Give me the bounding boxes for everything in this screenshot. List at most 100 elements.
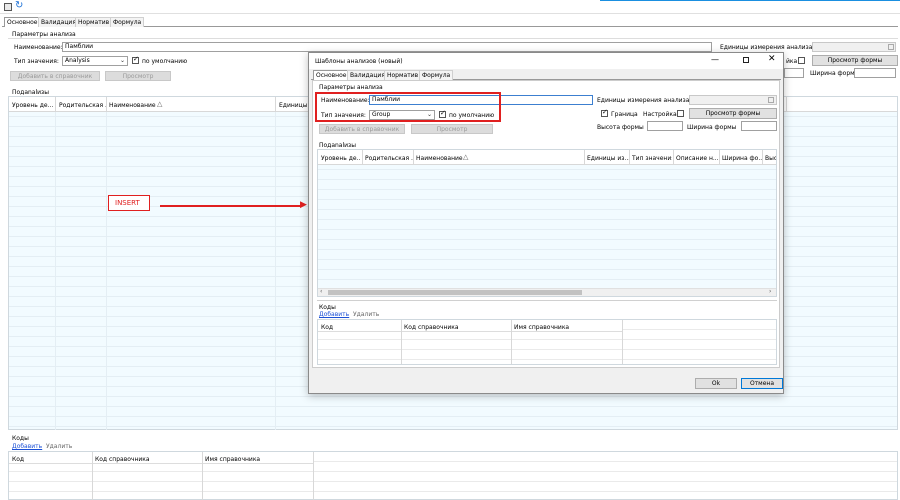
chevron-down-icon: ⌄: [119, 57, 125, 64]
dialog-col-level[interactable]: Уровень де...: [321, 155, 361, 162]
ok-button[interactable]: Ok: [695, 378, 737, 389]
dialog-tab-formula[interactable]: Формула: [419, 70, 454, 80]
dialog-titlebar[interactable]: Шаблоны анализов (новый) — ✕: [309, 53, 783, 69]
add-to-reference-button[interactable]: Добавить в справочник: [10, 71, 100, 81]
dialog-params-title: Параметры анализа: [319, 84, 383, 91]
type-select-value: Analysis: [65, 57, 90, 64]
refresh-icon[interactable]: ↻: [15, 0, 23, 12]
dialog-subanalyses-header: Уровень де... Родительская ... Наименова…: [318, 150, 776, 165]
dialog-units-label: Единицы измерения анализа:: [597, 97, 692, 104]
col-sep: [401, 320, 402, 364]
type-select[interactable]: Analysis ⌄: [62, 56, 128, 66]
column-header-name[interactable]: Наименование: [109, 102, 179, 109]
dialog-subanalyses-title: Подanalизы: [319, 142, 356, 149]
toolbar: ↻: [0, 0, 900, 14]
dialog-tab-main[interactable]: Основное: [313, 70, 350, 80]
preview-button[interactable]: Просмотр: [105, 71, 171, 81]
codes-delete-link[interactable]: Удалить: [46, 443, 72, 450]
dialog-form-height-label: Высота формы: [597, 124, 644, 131]
column-header-level[interactable]: Уровень де...: [12, 102, 54, 109]
dialog-col-form-height[interactable]: Выс: [765, 155, 776, 162]
col-sep: [413, 150, 414, 165]
codes-add-link[interactable]: Добавить: [12, 443, 42, 450]
tab-formula[interactable]: Формула: [110, 17, 145, 27]
dialog-codes-title: Коды: [319, 304, 336, 311]
form-width-input[interactable]: [854, 68, 896, 78]
col-sep: [202, 452, 203, 500]
minimize-icon[interactable]: —: [711, 55, 719, 64]
dialog-form-height-input[interactable]: [647, 121, 683, 131]
col-sep: [106, 97, 107, 112]
params-group-line: [8, 38, 898, 39]
tab-main[interactable]: Основное: [4, 17, 41, 27]
col-sep: [313, 452, 314, 500]
dialog-col-ref-name[interactable]: Имя справочника: [514, 324, 569, 331]
sort-asc-icon: △: [157, 100, 163, 108]
form-preview-button[interactable]: Просмотр формы: [812, 55, 898, 66]
tab-norm[interactable]: Норматив: [75, 17, 113, 27]
grid-col-line: [106, 112, 107, 430]
column-header-units[interactable]: Единицы из: [279, 102, 311, 109]
col-sep: [92, 452, 93, 500]
column-header-parent[interactable]: Родительская ...: [59, 102, 107, 109]
dialog-subanalyses-grid[interactable]: Уровень де... Родительская ... Наименова…: [317, 149, 777, 297]
dialog-units-input[interactable]: [689, 95, 777, 105]
maximize-icon[interactable]: [743, 57, 749, 63]
dialog-form-preview-button[interactable]: Просмотр формы: [689, 108, 777, 119]
dialog-tabs: Основное Валидация Норматив Формула: [311, 69, 781, 80]
arrow-right-icon: ▶: [300, 200, 307, 210]
save-icon[interactable]: [4, 3, 12, 11]
col-sep: [275, 97, 276, 112]
units-ellipsis-icon[interactable]: [888, 44, 894, 50]
close-icon[interactable]: ✕: [768, 54, 776, 64]
dialog-tab-norm[interactable]: Норматив: [384, 70, 422, 80]
partial-column-header: [786, 96, 806, 111]
dialog-col-units[interactable]: Единицы из...: [587, 155, 629, 162]
column-header-ref-name[interactable]: Имя справочника: [205, 456, 260, 463]
dialog-col-parent[interactable]: Родительская ...: [365, 155, 413, 162]
default-checkbox[interactable]: [132, 55, 139, 64]
dialog-h-scrollbar[interactable]: ‹ ›: [318, 288, 776, 296]
dialog-add-to-reference-button[interactable]: Добавить в справочник: [319, 124, 405, 134]
dialog-setting-label: Настройка: [643, 111, 677, 118]
dialog-codes-delete-link[interactable]: Удалить: [353, 311, 379, 318]
insert-annotation-label: INSERT: [115, 199, 140, 207]
dialog-col-code[interactable]: Код: [321, 324, 333, 331]
setting-checkbox[interactable]: [798, 57, 805, 64]
tab-validation[interactable]: Валидация: [38, 17, 79, 27]
dialog-codes-add-link[interactable]: Добавить: [319, 311, 349, 318]
name-input[interactable]: Памблии: [62, 42, 712, 52]
name-label: Наименование:: [14, 44, 63, 51]
dialog-border-checkbox[interactable]: [601, 108, 608, 117]
grid-col-line: [55, 112, 56, 430]
scroll-left-icon[interactable]: ‹: [320, 288, 322, 295]
dialog-codes-grid[interactable]: Код Код справочника Имя справочника: [317, 319, 777, 365]
insert-annotation-box: INSERT: [108, 195, 150, 211]
dialog-units-ellipsis-icon[interactable]: [768, 97, 774, 103]
codes-grid[interactable]: Код Код справочника Имя справочника: [8, 451, 898, 500]
column-header-code[interactable]: Код: [12, 456, 24, 463]
dialog-preview-button[interactable]: Просмотр: [411, 124, 493, 134]
dialog-form-width-input[interactable]: [741, 121, 777, 131]
dialog-splitter[interactable]: [317, 300, 777, 301]
col-sep: [584, 150, 585, 165]
dialog-col-form-width[interactable]: Ширина фо...: [722, 155, 762, 162]
dialog-col-description[interactable]: Описание н...: [676, 155, 718, 162]
scroll-right-icon[interactable]: ›: [769, 288, 771, 295]
col-sep: [362, 150, 363, 165]
dialog-col-ref-code[interactable]: Код справочника: [404, 324, 459, 331]
units-label: Единицы измерения анализа:: [720, 44, 815, 51]
form-width-label: Ширина формы: [810, 70, 860, 77]
column-header-ref-code[interactable]: Код справочника: [95, 456, 150, 463]
col-sep: [673, 150, 674, 165]
dialog-h-scroll-thumb[interactable]: [328, 290, 582, 295]
cancel-button[interactable]: Отмена: [741, 378, 783, 389]
default-label: по умолчанию: [142, 58, 188, 65]
col-sep: [622, 320, 623, 364]
form-height-input-partial[interactable]: [784, 68, 804, 78]
dialog-title: Шаблоны анализов (новый): [315, 58, 403, 65]
dialog-col-value-type[interactable]: Тип значения: [632, 155, 672, 162]
units-input[interactable]: [812, 42, 896, 52]
dialog-tab-validation[interactable]: Валидация: [347, 70, 388, 80]
dialog-setting-checkbox[interactable]: [677, 110, 684, 117]
